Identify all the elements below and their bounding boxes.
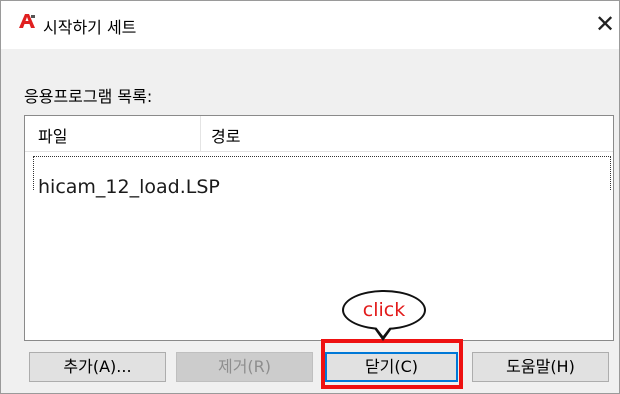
add-button[interactable]: 추가(A)...	[29, 352, 166, 382]
column-header-file[interactable]: 파일	[38, 123, 67, 147]
callout-text: click	[362, 299, 406, 321]
callout-tail-inner	[376, 327, 390, 336]
application-list[interactable]: 파일 경로 hicam_12_load.LSP	[24, 115, 614, 341]
title-bar: 시작하기 세트 ✕	[1, 1, 619, 49]
list-header: 파일 경로	[25, 116, 613, 152]
click-callout: click	[342, 290, 426, 330]
remove-button[interactable]: 제거(R)	[176, 352, 313, 382]
column-divider[interactable]	[200, 116, 201, 151]
close-button[interactable]: 닫기(C)	[325, 352, 458, 382]
column-header-path[interactable]: 경로	[211, 123, 240, 147]
autocad-a-icon	[19, 14, 35, 28]
list-item-file[interactable]: hicam_12_load.LSP	[38, 176, 220, 198]
startup-suite-dialog: 시작하기 세트 ✕ 응용프로그램 목록: 파일 경로 hicam_12_load…	[0, 0, 620, 394]
help-button[interactable]: 도움말(H)	[472, 352, 609, 382]
close-icon[interactable]: ✕	[591, 7, 619, 41]
application-list-label: 응용프로그램 목록:	[24, 87, 153, 106]
window-title: 시작하기 세트	[43, 18, 137, 37]
